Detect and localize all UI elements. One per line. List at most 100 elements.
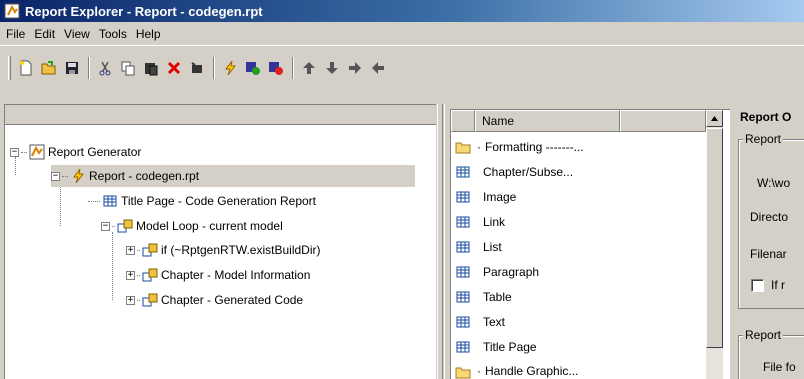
expand-icon[interactable]: + — [126, 245, 135, 255]
toolbar-grip[interactable] — [8, 56, 11, 80]
checkbox[interactable] — [751, 279, 764, 292]
save-button[interactable] — [61, 57, 83, 79]
tree-label: Title Page - Code Generation Report — [121, 194, 316, 208]
component-list-panel[interactable]: Name · Formatting -------... Chapter/Subs… — [450, 109, 730, 379]
extra-column-header[interactable] — [620, 110, 706, 132]
tree-connector — [60, 182, 61, 226]
tree-item-model-loop[interactable]: − Model Loop - current model — [101, 215, 283, 237]
cut-icon — [99, 61, 111, 76]
apply-button[interactable] — [242, 57, 264, 79]
list-label: Link — [483, 214, 506, 229]
menu-view[interactable]: View — [64, 27, 90, 41]
menu-file[interactable]: File — [6, 27, 25, 41]
component-icon — [456, 216, 470, 227]
menu-edit[interactable]: Edit — [34, 27, 55, 41]
component-icon — [456, 341, 470, 352]
paste-icon — [145, 63, 158, 76]
cut-button[interactable] — [94, 57, 116, 79]
window-title: Report Explorer - Report - codegen.rpt — [25, 3, 263, 19]
loop-component-icon — [117, 219, 133, 233]
scroll-up-icon — [711, 116, 718, 121]
menu-tools[interactable]: Tools — [99, 27, 127, 41]
menu-help[interactable]: Help — [136, 27, 161, 41]
list-item-formatting[interactable]: · Formatting -------... — [451, 134, 705, 159]
tree-connector — [112, 232, 113, 300]
scroll-thumb[interactable] — [706, 128, 723, 348]
loop-component-icon — [142, 268, 158, 282]
tree-header — [5, 105, 436, 125]
expand-icon[interactable]: + — [126, 270, 135, 280]
demote-button[interactable] — [344, 57, 366, 79]
collapse-icon[interactable]: − — [10, 147, 19, 157]
list-label: Handle Graphic... — [485, 364, 579, 378]
arrow-right-icon — [349, 62, 361, 74]
icon-column-header[interactable] — [451, 110, 475, 132]
collapse-icon[interactable]: − — [101, 221, 110, 231]
remove-button[interactable] — [265, 57, 287, 79]
tree-label: Report - codegen.rpt — [89, 169, 200, 183]
list-item-link[interactable]: Link — [451, 209, 705, 234]
tree-label: Chapter - Model Information — [161, 268, 311, 282]
menu-bar: File Edit View Tools Help — [0, 22, 804, 46]
list-item-text[interactable]: Text — [451, 309, 705, 334]
name-column-header[interactable]: Name — [475, 110, 620, 132]
component-icon — [456, 316, 470, 327]
tree-label: if (~RptgenRTW.existBuildDir) — [161, 243, 321, 257]
list-item-title-page[interactable]: Title Page — [451, 334, 705, 359]
title-bar: Report Explorer - Report - codegen.rpt — [0, 0, 804, 22]
list-item-list[interactable]: List — [451, 234, 705, 259]
tree-item-report-generator[interactable]: − Report Generator — [10, 141, 141, 163]
filename-label: Filenar — [750, 247, 787, 261]
promote-button[interactable] — [367, 57, 389, 79]
checkbox-label: If r — [771, 278, 785, 292]
tree-item-chapter-code[interactable]: + Chapter - Generated Code — [126, 289, 303, 311]
group-label: Report — [743, 328, 784, 342]
list-item-image[interactable]: Image — [451, 184, 705, 209]
toolbar-separator — [213, 57, 215, 79]
new-button[interactable] — [15, 57, 37, 79]
move-up-button[interactable] — [298, 57, 320, 79]
panel-splitter[interactable] — [437, 104, 449, 379]
list-item-handle-graphics[interactable]: · Handle Graphic... — [451, 364, 705, 379]
list-label: List — [483, 239, 502, 254]
lightning-icon — [73, 168, 85, 184]
move-down-button[interactable] — [321, 57, 343, 79]
run-report-button[interactable] — [219, 57, 241, 79]
list-label: Text — [483, 314, 506, 329]
move-button[interactable] — [186, 57, 208, 79]
paste-button[interactable] — [140, 57, 162, 79]
list-label: Table — [483, 289, 512, 304]
copy-icon — [121, 61, 135, 76]
tree-item-title-page[interactable]: Title Page - Code Generation Report — [88, 190, 316, 212]
copy-button[interactable] — [117, 57, 139, 79]
component-icon — [456, 291, 470, 302]
folder-icon — [455, 142, 471, 153]
tree-item-if[interactable]: + if (~RptgenRTW.existBuildDir) — [126, 239, 321, 261]
loop-component-icon — [142, 293, 158, 307]
report-generator-icon — [29, 144, 45, 160]
scroll-up-button[interactable] — [706, 110, 723, 127]
component-icon — [456, 241, 470, 252]
delete-icon — [167, 61, 181, 75]
delete-button[interactable] — [163, 57, 185, 79]
move-icon — [191, 62, 202, 73]
group-label: Report — [743, 132, 784, 146]
component-icon — [456, 266, 470, 277]
list-label: Image — [483, 189, 517, 204]
arrow-left-icon — [372, 62, 384, 74]
open-button[interactable] — [38, 57, 60, 79]
list-item-paragraph[interactable]: Paragraph — [451, 259, 705, 284]
properties-panel: Report O Report W:\wo Directo Filenar If… — [733, 104, 804, 379]
list-item-chapter[interactable]: Chapter/Subse... — [451, 159, 705, 184]
report-explorer-app-icon — [4, 3, 20, 19]
list-scrollbar[interactable] — [706, 110, 723, 379]
outline-tree-panel[interactable]: − Report Generator − Report - codegen.rp… — [4, 104, 436, 379]
list-item-table[interactable]: Table — [451, 284, 705, 309]
folder-icon — [455, 367, 471, 379]
collapse-icon[interactable]: − — [51, 171, 60, 181]
list-label: Paragraph — [483, 264, 540, 279]
expand-icon[interactable]: + — [126, 295, 135, 305]
tree-item-report[interactable]: − Report - codegen.rpt — [51, 165, 415, 187]
tree-label: Chapter - Generated Code — [161, 293, 304, 307]
tree-item-chapter-model[interactable]: + Chapter - Model Information — [126, 264, 310, 286]
